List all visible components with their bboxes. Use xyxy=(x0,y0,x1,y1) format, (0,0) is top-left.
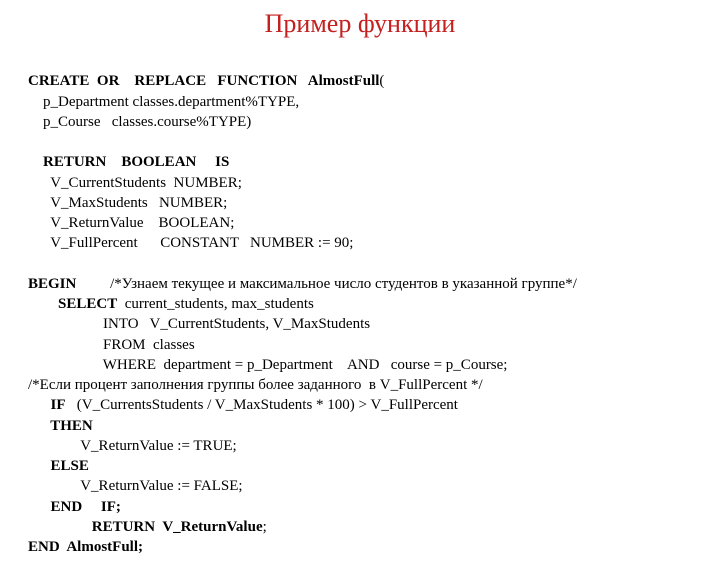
code-line: WHERE department = p_Department AND cour… xyxy=(28,357,507,373)
code-line: IF xyxy=(28,397,66,413)
code-line: END IF; xyxy=(28,499,121,515)
slide: Пример функции CREATE OR REPLACE FUNCTIO… xyxy=(0,0,720,567)
code-block: CREATE OR REPLACE FUNCTION AlmostFull( p… xyxy=(28,51,692,557)
code-line: V_FullPercent CONSTANT NUMBER := 90; xyxy=(28,235,353,251)
code-line: V_ReturnValue := FALSE; xyxy=(28,478,243,494)
code-line: FROM classes xyxy=(28,337,195,353)
code-line: BEGIN xyxy=(28,276,76,292)
code-line: END AlmostFull; xyxy=(28,539,143,555)
code-line: (V_CurrentsStudents / V_MaxStudents * 10… xyxy=(66,397,458,413)
code-line: ELSE xyxy=(28,458,89,474)
code-line: CREATE OR REPLACE FUNCTION AlmostFull xyxy=(28,73,379,89)
code-line: V_MaxStudents NUMBER; xyxy=(28,195,227,211)
code-line: INTO V_CurrentStudents, V_MaxStudents xyxy=(28,316,370,332)
code-line: /*Узнаем текущее и максимальное число ст… xyxy=(76,276,577,292)
code-line: THEN xyxy=(28,418,93,434)
code-line: V_ReturnValue BOOLEAN; xyxy=(28,215,234,231)
code-line: p_Department classes.department%TYPE, xyxy=(28,94,299,110)
code-line: /*Если процент заполнения группы более з… xyxy=(28,377,483,393)
code-line: ( xyxy=(379,73,384,89)
code-line: p_Course classes.course%TYPE) xyxy=(28,114,251,130)
code-line: V_CurrentStudents NUMBER; xyxy=(28,175,242,191)
code-line: current_students, max_students xyxy=(117,296,314,312)
code-line: SELECT xyxy=(28,296,117,312)
code-line: V_ReturnValue := TRUE; xyxy=(28,438,237,454)
code-line: RETURN V_ReturnValue xyxy=(28,519,263,535)
page-title: Пример функции xyxy=(28,6,692,41)
code-line: RETURN BOOLEAN IS xyxy=(28,154,229,170)
code-line: ; xyxy=(263,519,267,535)
